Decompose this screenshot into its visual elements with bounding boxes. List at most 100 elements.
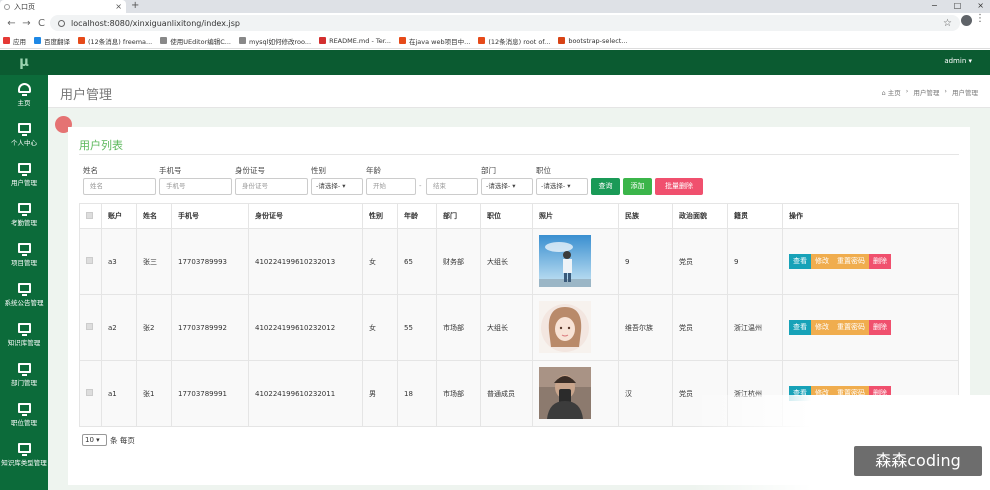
sidebar-item-knowledge-types[interactable]: 知识库类型管理 <box>0 435 48 475</box>
profile-icon[interactable] <box>961 15 972 26</box>
bookmark-apps[interactable]: 应用 <box>3 36 26 46</box>
user-photo <box>539 300 591 353</box>
column-header: 性别 <box>362 203 398 229</box>
cell-ethnicity: 9 <box>618 228 673 295</box>
breadcrumb-item[interactable]: 用户管理 <box>913 87 939 97</box>
row-select-cell <box>79 360 102 427</box>
phone-filter-label: 手机号 <box>159 166 182 175</box>
browser-tab[interactable]: 入口页 × <box>0 0 126 13</box>
monitor-icon <box>17 283 31 296</box>
delete-button[interactable]: 删除 <box>869 320 891 335</box>
position-filter-select[interactable]: -请选择- ▾ <box>536 178 588 195</box>
sidebar-item-home[interactable]: 主页 <box>0 75 48 115</box>
new-tab-button[interactable]: + <box>131 0 139 12</box>
sidebar-item-attendance[interactable]: 考勤管理 <box>0 195 48 235</box>
select-all-checkbox[interactable] <box>86 211 93 219</box>
edit-button[interactable]: 修改 <box>811 320 833 335</box>
row-checkbox[interactable] <box>86 389 93 396</box>
tab-close-icon[interactable]: × <box>115 2 122 11</box>
row-checkbox[interactable] <box>86 323 93 330</box>
reset-password-button[interactable]: 重置密码 <box>833 254 869 269</box>
url-text[interactable]: localhost:8080/xinxiguanlixitong/index.j… <box>71 19 943 28</box>
gender-filter-select[interactable]: -请选择- ▾ <box>311 178 363 195</box>
minimize-button[interactable]: − <box>931 0 938 12</box>
cell-account: a1 <box>101 360 137 427</box>
bookmark-item[interactable]: 使用UEditor编辑C... <box>160 36 231 46</box>
bookmark-star-icon[interactable]: ☆ <box>943 18 952 29</box>
age-start-input[interactable]: 开始 <box>366 178 416 195</box>
cell-department: 市场部 <box>436 294 481 361</box>
add-button[interactable]: 添加 <box>623 178 652 195</box>
id-filter-input[interactable]: 身份证号 <box>235 178 308 195</box>
sidebar-item-departments[interactable]: 部门管理 <box>0 355 48 395</box>
breadcrumb-home[interactable]: ⌂ 主页 <box>882 87 901 97</box>
cell-department: 市场部 <box>436 360 481 427</box>
reset-password-button[interactable]: 重置密码 <box>833 320 869 335</box>
sidebar-item-announcements[interactable]: 系统公告管理 <box>0 275 48 315</box>
sidebar-item-knowledge-base[interactable]: 知识库管理 <box>0 315 48 355</box>
cell-political-status: 党员 <box>672 228 728 295</box>
bookmark-item[interactable]: README.md - Ter... <box>319 37 391 45</box>
address-bar[interactable]: localhost:8080/xinxiguanlixitong/index.j… <box>50 15 960 31</box>
bookmark-item[interactable]: mysql如何修改roo... <box>238 36 311 46</box>
sidebar-item-users[interactable]: 用户管理 <box>0 155 48 195</box>
bookmark-item[interactable]: (12条消息) freema... <box>78 36 152 46</box>
breadcrumb: ⌂ 主页 › 用户管理 › 用户管理 <box>882 87 978 97</box>
back-button[interactable]: ← <box>4 18 19 29</box>
sidebar-item-profile[interactable]: 个人中心 <box>0 115 48 155</box>
cell-name: 张2 <box>136 294 172 361</box>
bookmark-item[interactable]: 在java web项目中... <box>399 36 470 46</box>
dept-filter-select[interactable]: -请选择- ▾ <box>481 178 533 195</box>
cell-gender: 男 <box>362 360 398 427</box>
delete-button[interactable]: 删除 <box>869 254 891 269</box>
page-size-select[interactable]: 10 ▾ <box>82 434 107 446</box>
maximize-button[interactable]: □ <box>954 0 962 12</box>
info-icon[interactable] <box>58 19 65 27</box>
close-window-button[interactable]: × <box>977 0 984 12</box>
query-button[interactable]: 查询 <box>591 178 620 195</box>
cell-ethnicity: 汉 <box>618 360 673 427</box>
cell-name: 张三 <box>136 228 172 295</box>
cell-age: 55 <box>397 294 437 361</box>
select-all-cell <box>79 203 102 229</box>
user-menu[interactable]: admin ▾ <box>944 57 972 65</box>
sidebar-item-positions[interactable]: 职位管理 <box>0 395 48 435</box>
panel-title: 用户列表 <box>79 139 123 152</box>
monitor-icon <box>17 443 31 456</box>
watermark: 森森coding <box>854 446 982 476</box>
column-header: 身份证号 <box>248 203 363 229</box>
age-end-input[interactable]: 结束 <box>426 178 478 195</box>
cell-actions: 查看 修改 重置密码 删除 <box>782 294 959 361</box>
cell-photo <box>532 294 619 361</box>
cell-origin: 浙江温州 <box>727 294 783 361</box>
bookmark-item[interactable]: bootstrap-select... <box>558 37 628 45</box>
bookmark-favicon-icon <box>399 37 406 44</box>
reload-button[interactable]: C <box>34 18 49 29</box>
bookmarks-bar: 应用 百度翻译 (12条消息) freema... 使用UEditor编辑C..… <box>0 33 990 49</box>
forward-button[interactable]: → <box>19 18 34 29</box>
column-header: 政治面貌 <box>672 203 728 229</box>
breadcrumb-separator: › <box>944 87 947 95</box>
column-header: 操作 <box>782 203 959 229</box>
breadcrumb-separator: › <box>905 87 909 95</box>
phone-filter-input[interactable]: 手机号 <box>159 178 232 195</box>
cell-name: 张1 <box>136 360 172 427</box>
view-button[interactable]: 查看 <box>789 320 811 335</box>
cell-political-status: 党员 <box>672 294 728 361</box>
name-filter-input[interactable]: 姓名 <box>83 178 156 195</box>
cell-id-number: 410224199610232012 <box>248 294 363 361</box>
row-select-cell <box>79 228 102 295</box>
cell-position: 大组长 <box>480 294 533 361</box>
cell-age: 18 <box>397 360 437 427</box>
sidebar-item-projects[interactable]: 项目管理 <box>0 235 48 275</box>
row-checkbox[interactable] <box>86 257 93 264</box>
app-logo[interactable]: μ <box>0 50 48 75</box>
bookmark-item[interactable]: (12条消息) root of... <box>478 36 550 46</box>
bookmark-item[interactable]: 百度翻译 <box>34 36 70 46</box>
age-range-separator: - <box>419 182 422 190</box>
cell-ethnicity: 维吾尔族 <box>618 294 673 361</box>
view-button[interactable]: 查看 <box>789 254 811 269</box>
batch-delete-button[interactable]: 批量删除 <box>655 178 703 195</box>
edit-button[interactable]: 修改 <box>811 254 833 269</box>
menu-dots-icon[interactable]: ⋮ <box>975 13 985 24</box>
